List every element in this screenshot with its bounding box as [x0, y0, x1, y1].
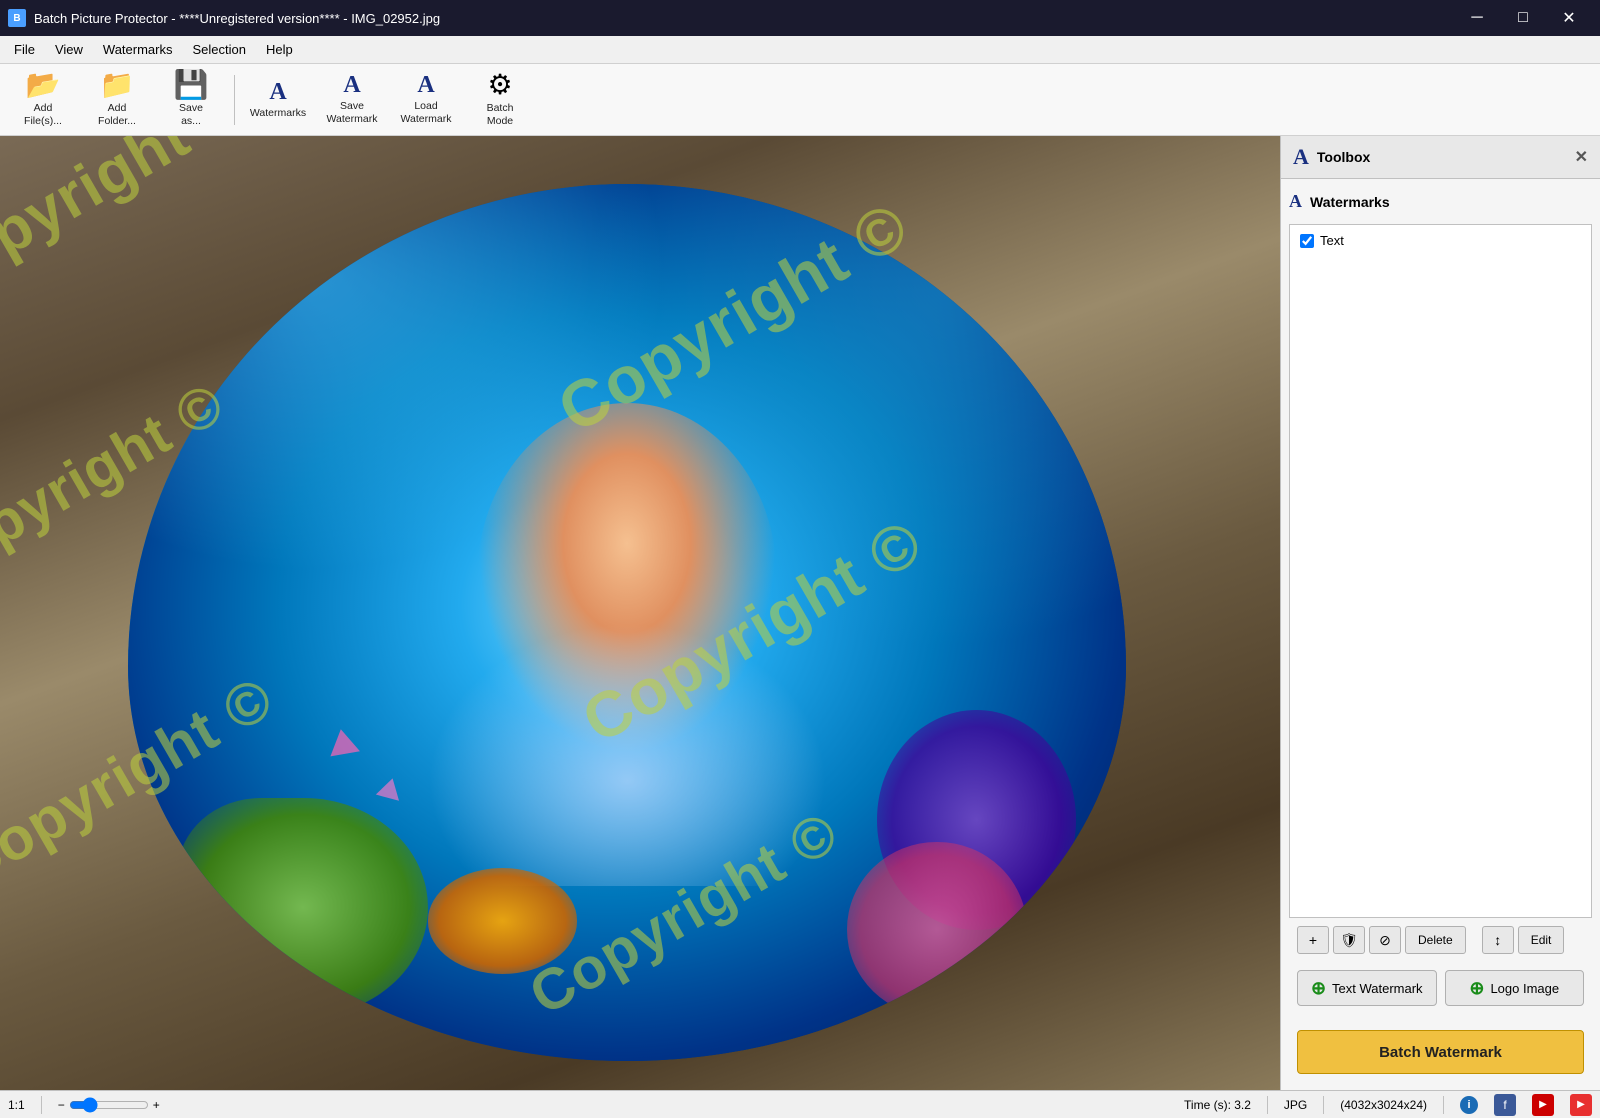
save-watermark-icon: A: [343, 73, 360, 97]
twitter-icon[interactable]: ▶: [1532, 1094, 1554, 1116]
batch-mode-icon: ⚙: [487, 71, 512, 99]
title-controls: ─ □ ✕: [1454, 0, 1592, 36]
toolbox-panel: A Toolbox ✕ A Watermarks Text + 🛡 ⊘ Dele…: [1280, 136, 1600, 1090]
toolbox-icon: A: [1293, 144, 1309, 170]
menu-watermarks[interactable]: Watermarks: [93, 38, 183, 61]
delete-button[interactable]: Delete: [1405, 926, 1466, 954]
title-bar: B Batch Picture Protector - ****Unregist…: [0, 0, 1600, 36]
toolbox-title-row: A Toolbox: [1293, 144, 1370, 170]
info-icon[interactable]: i: [1460, 1096, 1478, 1114]
load-watermark-icon: A: [417, 73, 434, 97]
maximize-button[interactable]: □: [1500, 0, 1546, 36]
main-area: Copyright © Copyright © Copyright © Copy…: [0, 136, 1600, 1090]
add-folder-icon: 📁: [100, 71, 135, 99]
toolbar: 📂 AddFile(s)... 📁 AddFolder... 💾 Saveas.…: [0, 64, 1600, 136]
watermarks-button[interactable]: A Watermarks: [243, 70, 313, 130]
time-label: Time (s): 3.2: [1184, 1098, 1251, 1112]
facebook-icon[interactable]: f: [1494, 1094, 1516, 1116]
dimensions-section: (4032x3024x24): [1340, 1098, 1427, 1112]
zoom-level-label: 1:1: [8, 1098, 25, 1112]
save-as-label: Saveas...: [179, 102, 203, 127]
format-section: JPG: [1284, 1098, 1307, 1112]
watermarks-icon: A: [269, 80, 286, 104]
toolbar-separator-1: [234, 75, 235, 125]
toolbox-title: Toolbox: [1317, 149, 1370, 165]
toolbox-header: A Toolbox ✕: [1281, 136, 1600, 179]
menu-selection[interactable]: Selection: [182, 38, 255, 61]
watermarks-label: Watermarks: [250, 107, 306, 120]
add-watermark-row: ⊕ Text Watermark ⊕ Logo Image: [1289, 962, 1592, 1014]
save-watermark-label: SaveWatermark: [327, 100, 378, 125]
watermarks-section-icon: A: [1289, 191, 1302, 212]
action-disable-button[interactable]: ⊘: [1369, 926, 1401, 954]
toolbox-close-button[interactable]: ✕: [1575, 147, 1588, 167]
action-add-button[interactable]: +: [1297, 926, 1329, 954]
save-as-button[interactable]: 💾 Saveas...: [156, 70, 226, 130]
time-section: Time (s): 3.2: [1184, 1098, 1251, 1112]
zoom-out-icon: −: [58, 1098, 65, 1112]
watermarks-header: A Watermarks: [1289, 187, 1592, 216]
menu-view[interactable]: View: [45, 38, 93, 61]
edit-button[interactable]: Edit: [1518, 926, 1565, 954]
batch-watermark-section: Batch Watermark: [1281, 1022, 1600, 1090]
status-sep-4: [1443, 1096, 1444, 1114]
save-watermark-button[interactable]: A SaveWatermark: [317, 70, 387, 130]
status-sep-3: [1323, 1096, 1324, 1114]
status-sep-2: [1267, 1096, 1268, 1114]
status-bar: 1:1 − + Time (s): 3.2 JPG (4032x3024x24)…: [0, 1090, 1600, 1118]
menu-help[interactable]: Help: [256, 38, 303, 61]
close-button[interactable]: ✕: [1546, 0, 1592, 36]
load-watermark-label: LoadWatermark: [401, 100, 452, 125]
watermarks-section-title: Watermarks: [1310, 194, 1390, 210]
app-icon: B: [8, 9, 26, 27]
action-arrow-button[interactable]: ↕: [1482, 926, 1514, 954]
image-area: Copyright © Copyright © Copyright © Copy…: [0, 136, 1280, 1090]
add-logo-image-icon: ⊕: [1469, 978, 1484, 999]
add-files-icon: 📂: [26, 71, 61, 99]
format-label: JPG: [1284, 1098, 1307, 1112]
add-folder-button[interactable]: 📁 AddFolder...: [82, 70, 152, 130]
add-files-button[interactable]: 📂 AddFile(s)...: [8, 70, 78, 130]
save-as-icon: 💾: [174, 71, 209, 99]
watermark-text-label: Text: [1320, 233, 1344, 248]
add-folder-label: AddFolder...: [98, 102, 136, 127]
watermarks-list: Text: [1289, 224, 1592, 918]
watermarks-section: A Watermarks Text + 🛡 ⊘ Delete ↕ Edit: [1281, 179, 1600, 1022]
zoom-controls: − +: [58, 1097, 160, 1113]
menu-bar: File View Watermarks Selection Help: [0, 36, 1600, 64]
batch-mode-label: BatchMode: [487, 102, 514, 127]
zoom-slider[interactable]: [69, 1097, 149, 1113]
youtube-icon[interactable]: ▶: [1570, 1094, 1592, 1116]
minimize-button[interactable]: ─: [1454, 0, 1500, 36]
add-text-watermark-label: Text Watermark: [1332, 981, 1423, 996]
image-circle: [128, 184, 1126, 1062]
toolbox-actions: + 🛡 ⊘ Delete ↕ Edit: [1289, 926, 1592, 954]
add-text-watermark-icon: ⊕: [1311, 978, 1326, 999]
dimensions-label: (4032x3024x24): [1340, 1098, 1427, 1112]
watermark-text-checkbox[interactable]: [1300, 234, 1314, 248]
batch-mode-button[interactable]: ⚙ BatchMode: [465, 70, 535, 130]
zoom-level-section: 1:1: [8, 1098, 25, 1112]
add-text-watermark-button[interactable]: ⊕ Text Watermark: [1297, 970, 1437, 1006]
add-logo-image-button[interactable]: ⊕ Logo Image: [1445, 970, 1585, 1006]
add-files-label: AddFile(s)...: [24, 102, 62, 127]
title-text: Batch Picture Protector - ****Unregister…: [34, 11, 440, 26]
image-background: Copyright © Copyright © Copyright © Copy…: [0, 136, 1280, 1090]
batch-watermark-button[interactable]: Batch Watermark: [1297, 1030, 1584, 1074]
action-shield-button[interactable]: 🛡: [1333, 926, 1365, 954]
title-bar-left: B Batch Picture Protector - ****Unregist…: [8, 9, 440, 27]
add-logo-image-label: Logo Image: [1490, 981, 1559, 996]
status-sep-1: [41, 1096, 42, 1114]
load-watermark-button[interactable]: A LoadWatermark: [391, 70, 461, 130]
watermark-list-item-text[interactable]: Text: [1294, 229, 1587, 252]
menu-file[interactable]: File: [4, 38, 45, 61]
zoom-in-icon: +: [153, 1098, 160, 1112]
